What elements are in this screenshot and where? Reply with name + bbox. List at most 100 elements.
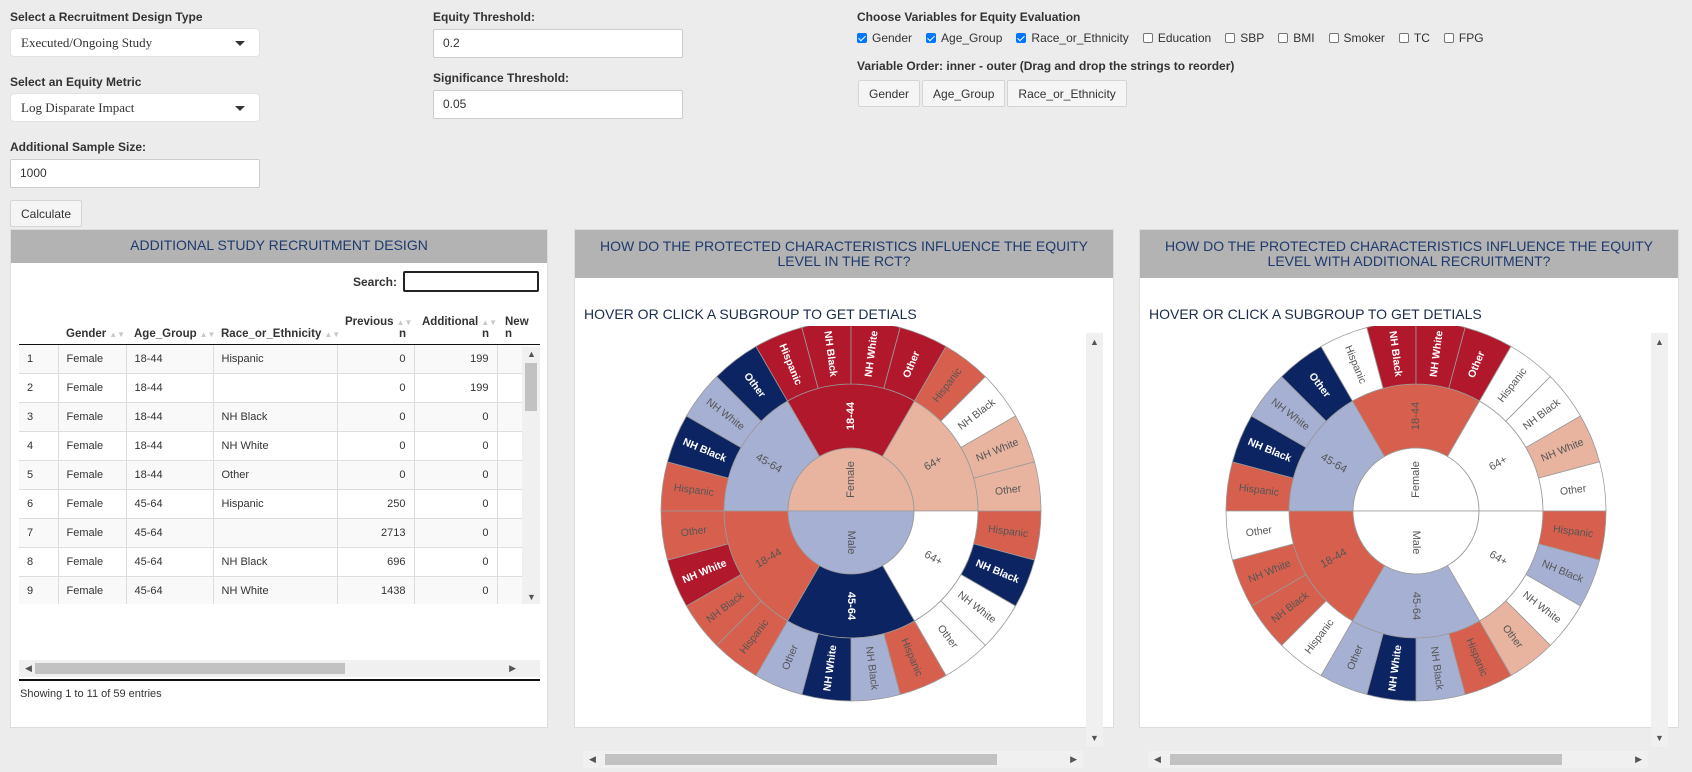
table-row[interactable]: 9 Female 45-64 NH White 1438 0 [19,576,540,604]
table-row[interactable]: 1 Female 18-44 Hispanic 0 199 [19,344,540,374]
sort-icon: ▲▼ [481,317,498,327]
checkbox-empty-icon[interactable] [1225,33,1236,43]
col-age-group[interactable]: Age_Group ▲▼ [126,300,215,345]
chart-additional-vertical-scrollbar[interactable]: ▲ ▼ [1651,333,1668,747]
sort-icon: ▲▼ [396,317,413,327]
scroll-right-icon[interactable]: ▶ [509,663,516,674]
table-viewport: Gender ▲▼ Age_Group ▲▼ Race_or_Ethnicity ▲▼… [19,300,540,604]
scroll-right-icon[interactable]: ▶ [1635,754,1642,765]
table-row[interactable]: 3 Female 18-44 NH Black 0 0 [19,402,540,432]
scroll-left-icon[interactable]: ◀ [25,663,32,674]
scroll-left-icon[interactable]: ◀ [1154,754,1161,765]
sunburst-chart-rct[interactable]: Female45-64HispanicNH BlackNH WhiteOther… [575,326,1115,729]
variable-checkbox-age-group[interactable]: Age_Group [926,31,1002,45]
variable-checkbox-smoker[interactable]: Smoker [1328,31,1385,45]
order-chip-age-group[interactable]: Age_Group [922,80,1006,107]
table-cell: 0 [337,402,415,432]
table-cell: Female [58,547,127,577]
table-row[interactable]: 2 Female 18-44 0 199 [19,373,540,403]
variable-checkbox-sbp[interactable]: SBP [1225,31,1264,45]
equity-metric-select[interactable]: Log Disparate Impact [10,93,260,122]
chart-additional-horizontal-scrollbar[interactable]: ◀ ▶ [1148,751,1648,768]
table-row[interactable]: 5 Female 18-44 Other 0 0 [19,460,540,490]
scroll-thumb[interactable] [525,363,537,411]
variable-checkbox-race-or-ethnicity[interactable]: Race_or_Ethnicity [1016,31,1129,45]
sunburst-label: Female [845,461,857,498]
table-cell: 18-44 [126,431,214,461]
table-cell: NH White [213,576,338,604]
chart-rct-horizontal-scrollbar[interactable]: ◀ ▶ [583,751,1083,768]
sort-icon: ▲▼ [324,329,341,339]
significance-threshold-input[interactable]: 0.05 [433,90,683,119]
table-cell: 45-64 [126,518,214,548]
scroll-thumb[interactable] [35,663,345,674]
col-new-n[interactable]: New n [497,300,540,345]
scroll-up-icon[interactable]: ▲ [1655,337,1664,347]
search-input[interactable] [403,271,539,292]
scroll-up-icon[interactable]: ▲ [527,349,536,359]
table-cell: 0 [414,547,498,577]
design-type-label: Select a Recruitment Design Type [10,10,203,24]
table-cell: 2713 [337,518,415,548]
checkbox-empty-icon[interactable] [1142,33,1153,43]
checkbox-checked-icon[interactable] [1016,33,1027,43]
table-cell: 45-64 [126,576,214,604]
scroll-thumb[interactable] [605,754,997,765]
col-additional-n[interactable]: Additional ▲▼ n [414,300,498,345]
table-cell: 7 [19,518,59,548]
sunburst-label: 45-64 [1410,592,1422,620]
table-vertical-scrollbar[interactable]: ▲ ▼ [522,347,540,604]
equity-threshold-label: Equity Threshold: [433,10,535,24]
sample-size-label: Additional Sample Size: [10,140,147,154]
checkbox-empty-icon[interactable] [1398,33,1409,43]
scroll-down-icon[interactable]: ▼ [527,592,536,602]
order-chip-gender[interactable]: Gender [858,80,921,107]
table-row[interactable]: 6 Female 45-64 Hispanic 250 0 [19,489,540,519]
sunburst-chart-additional[interactable]: Female45-64HispanicNH BlackNH WhiteOther… [1140,326,1680,729]
table-cell: 8 [19,547,59,577]
checkbox-checked-icon[interactable] [857,33,867,43]
table-cell: Hispanic [213,489,338,519]
table-cell: NH Black [213,547,338,577]
table-row[interactable]: 4 Female 18-44 NH White 0 0 [19,431,540,461]
scroll-left-icon[interactable]: ◀ [589,754,596,765]
variable-checkbox-education[interactable]: Education [1142,31,1211,45]
variable-checkbox-tc[interactable]: TC [1398,31,1430,45]
table-horizontal-scrollbar[interactable]: ◀ ▶ [19,660,540,677]
table-panel-title: ADDITIONAL STUDY RECRUITMENT DESIGN [11,230,547,263]
scroll-down-icon[interactable]: ▼ [1090,733,1099,743]
design-type-select[interactable]: Executed/Ongoing Study [10,28,260,57]
sunburst-label: Male [845,531,857,555]
col-gender[interactable]: Gender ▲▼ [58,300,126,345]
scroll-down-icon[interactable]: ▼ [1655,733,1664,743]
search-box: Search: [353,271,539,292]
checkbox-empty-icon[interactable] [1443,33,1454,43]
table-info: Showing 1 to 11 of 59 entries [20,688,162,700]
order-chip-race[interactable]: Race_or_Ethnicity [1007,80,1127,107]
col-previous-n[interactable]: Previous ▲▼ n [337,300,414,345]
equity-threshold-input[interactable]: 0.2 [433,29,683,58]
table-header: Gender ▲▼ Age_Group ▲▼ Race_or_Ethnicity ▲▼… [19,300,540,345]
checkbox-empty-icon[interactable] [1278,33,1289,43]
table-cell: 0 [414,460,498,490]
checkbox-empty-icon[interactable] [1328,33,1339,43]
calculate-button[interactable]: Calculate [10,200,83,227]
variable-checkbox-bmi[interactable]: BMI [1278,31,1315,45]
chart-rct-vertical-scrollbar[interactable]: ▲ ▼ [1086,333,1103,747]
table-cell: 2 [19,373,59,403]
sunburst-label: 45-64 [845,592,857,621]
col-race[interactable]: Race_or_Ethnicity ▲▼ [213,300,341,345]
scroll-up-icon[interactable]: ▲ [1090,337,1099,347]
table-cell: 18-44 [126,460,214,490]
scroll-thumb[interactable] [1170,754,1562,765]
sample-size-input[interactable]: 1000 [10,159,260,188]
variable-checkbox-fpg[interactable]: FPG [1443,31,1484,45]
sort-icon: ▲▼ [109,329,126,339]
table-row[interactable]: 7 Female 45-64 2713 0 [19,518,540,548]
variable-checkbox-gender[interactable]: Gender [857,31,912,45]
checkbox-checked-icon[interactable] [926,33,937,43]
table-row[interactable]: 8 Female 45-64 NH Black 696 0 [19,547,540,577]
scroll-right-icon[interactable]: ▶ [1070,754,1077,765]
col-index [19,300,58,345]
table-cell: 1 [19,344,59,374]
